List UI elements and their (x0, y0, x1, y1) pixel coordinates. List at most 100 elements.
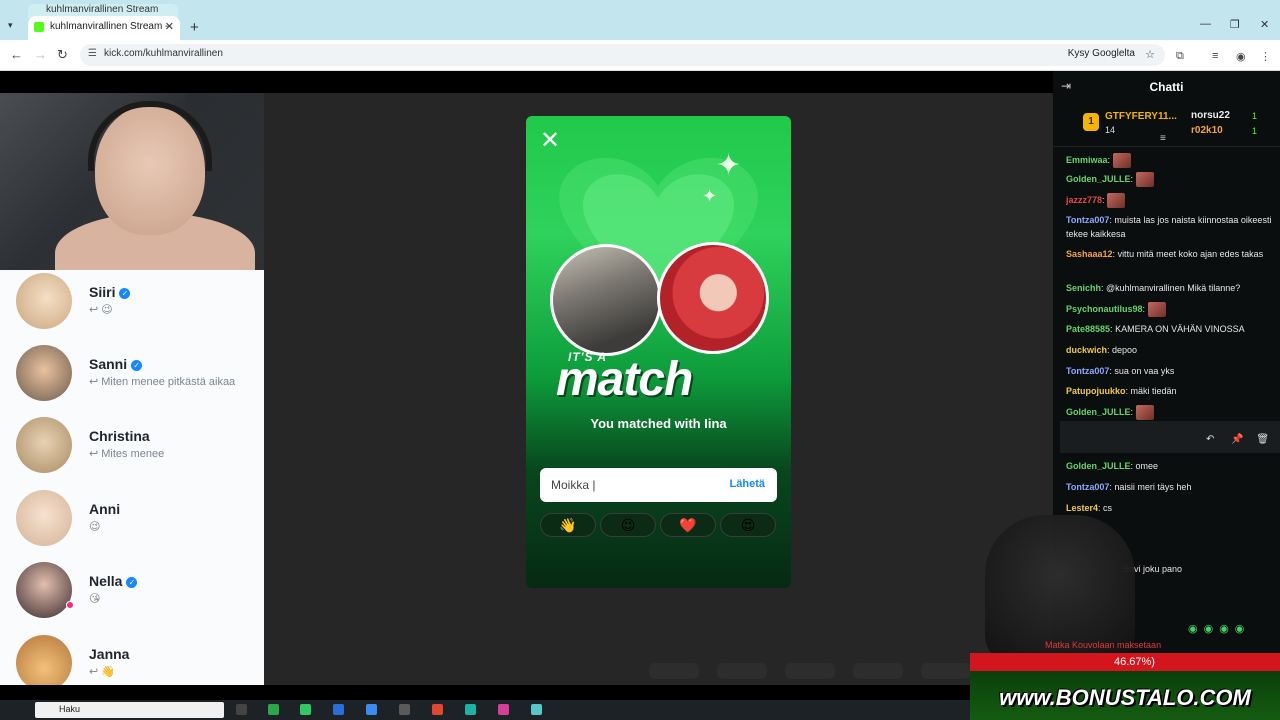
message-input[interactable]: Moikka | (551, 478, 595, 492)
chat-username[interactable]: Golden_JULLE (1066, 407, 1131, 417)
back-icon[interactable]: ← (10, 47, 23, 62)
chat-username[interactable]: Tontza007 (1066, 482, 1109, 492)
match-last-message: ↩ Miten menee pitkästä aikaa (89, 376, 236, 388)
chat-username[interactable]: Golden_JULLE (1066, 461, 1131, 471)
chat-username[interactable]: duckwich (1066, 345, 1107, 355)
browser-tab-bar: ▾ kuhlmanvirallinen Stream kuhlmanvirall… (0, 0, 1280, 40)
app-icon[interactable] (498, 704, 509, 715)
os-taskbar: Haku (0, 700, 970, 720)
emoji-heart-button[interactable]: ❤️ (660, 513, 716, 537)
forward-icon[interactable]: → (34, 47, 47, 62)
chat-username[interactable]: jazzz778 (1066, 195, 1102, 205)
profile-icon[interactable]: ◉ (1236, 50, 1246, 63)
app-icon[interactable] (399, 704, 410, 715)
active-tab[interactable]: kuhlmanvirallinen Stream - ✕ (28, 16, 180, 40)
minimize-icon[interactable]: — (1200, 18, 1211, 30)
emote-icon (1135, 172, 1154, 188)
send-button[interactable]: Lähetä (730, 478, 765, 490)
extensions-icon[interactable]: ⧉ (1176, 50, 1184, 63)
banner-text: www.BONUSTALO.COM (999, 685, 1251, 710)
chat-text: omee (1135, 461, 1159, 471)
leaderboard-user-3[interactable]: r02k10 (1191, 125, 1223, 136)
expand-leaderboard-icon[interactable]: ≡ (1160, 133, 1166, 144)
new-tab-icon[interactable]: + (190, 19, 199, 36)
chat-message: Pate88585: KAMERA ON VÄHÄN VINOSSA (1066, 324, 1245, 334)
chat-message: Lester4: cs (1066, 503, 1113, 513)
app-icon[interactable] (531, 704, 542, 715)
leaderboard-user-2[interactable]: norsu22 (1191, 110, 1230, 121)
reply-icon[interactable]: ↶ (1206, 434, 1214, 445)
match-last-message: ↩ 😉 (89, 304, 113, 316)
avatar (16, 345, 72, 401)
chat-username[interactable]: Sashaaa12 (1066, 249, 1113, 259)
pin-icon[interactable]: 📌 (1231, 434, 1243, 445)
match-item-janna[interactable]: Janna ↩ 👋 (0, 632, 264, 685)
chat-text: vittu mitä meet koko ajan edes takas (1117, 249, 1264, 259)
emoji-wink-button[interactable]: 😉 (600, 513, 656, 537)
leaderboard-count-1: 14 (1105, 125, 1116, 135)
match-name: Siiri (89, 284, 116, 300)
delete-icon[interactable]: 🗑 (1256, 434, 1269, 445)
chat-username[interactable]: Tontza007 (1066, 366, 1109, 376)
app-icon[interactable] (268, 704, 279, 715)
emoji-wave-button[interactable]: 👋 (540, 513, 596, 537)
chat-username[interactable]: Pate88585 (1066, 324, 1110, 334)
menu-kebab-icon[interactable]: ⋮ (1260, 50, 1271, 63)
emote-icon (1112, 153, 1131, 169)
avatar (16, 562, 72, 618)
chat-message-partial: Sovi joku pano (1123, 564, 1183, 574)
chat-username[interactable]: Lester4 (1066, 503, 1098, 513)
progress-percent: 46.67%) (1114, 656, 1155, 668)
kick-favicon-icon (34, 22, 44, 32)
chat-text: sua on vaa yks (1114, 366, 1175, 376)
window-close-icon[interactable]: ✕ (1260, 18, 1269, 31)
taskbar-search[interactable]: Haku (35, 702, 224, 718)
maximize-icon[interactable]: ❐ (1230, 18, 1240, 31)
leaderboard-user-1[interactable]: GTFYFERY11... (1105, 111, 1177, 122)
chat-message: Emmiwaa: (1066, 153, 1276, 169)
its-a-match-modal: ✕ ✦ ✦ IT'S A match You matched with Iina… (526, 116, 791, 588)
task-view-icon[interactable] (236, 704, 247, 715)
match-last-message: 😉 (89, 521, 101, 533)
chrome-icon[interactable] (432, 704, 443, 715)
leaderboard-count-2: 1 (1252, 111, 1258, 121)
chat-username[interactable]: Emmiwaa (1066, 155, 1108, 165)
chat-text: cs (1103, 503, 1113, 513)
message-field[interactable]: Moikka | Lähetä (540, 468, 777, 502)
tab-list-icon[interactable]: ▾ (8, 20, 13, 31)
app-icon[interactable] (333, 704, 344, 715)
site-info-icon[interactable]: ☰ (88, 48, 97, 59)
chat-username[interactable]: Golden_JULLE (1066, 174, 1131, 184)
match-item-nella[interactable]: Nella ✓ 😘 (0, 559, 264, 631)
online-indicator (66, 601, 74, 609)
media-control-icon[interactable]: ≡ (1212, 50, 1218, 62)
emoji-heart-eyes-button[interactable]: 😍 (720, 513, 776, 537)
chat-message: Senichh: @kuhlmanvirallinen Mikä tilanne… (1066, 283, 1241, 293)
app-icon[interactable] (366, 704, 377, 715)
modal-close-icon[interactable]: ✕ (540, 126, 560, 155)
match-item-sanni[interactable]: Sanni ✓ ↩ Miten menee pitkästä aikaa (0, 342, 264, 414)
social-icons-overlay: ◉◉◉◉ (1188, 623, 1251, 635)
chat-username[interactable]: Tontza007 (1066, 215, 1109, 225)
app-icon[interactable] (465, 704, 476, 715)
avatar (16, 273, 72, 329)
chat-username[interactable]: Psychonautilus98 (1066, 304, 1143, 314)
leaderboard-count-3: 1 (1252, 126, 1258, 136)
bookmark-star-icon[interactable]: ☆ (1145, 48, 1155, 61)
match-item-christina[interactable]: Christina ↩ Mites menee (0, 414, 264, 486)
reload-icon[interactable]: ↻ (57, 47, 68, 63)
ask-google-button[interactable]: Kysy Googlelta (1068, 48, 1135, 59)
match-name: Christina (89, 428, 150, 444)
chat-text: depoo (1112, 345, 1138, 355)
tab-close-icon[interactable]: ✕ (165, 20, 174, 33)
match-last-message: ↩ Mites menee (89, 448, 165, 460)
emote-icon (1147, 302, 1166, 318)
bonustalo-banner: www.BONUSTALO.COM (970, 671, 1280, 720)
app-icon[interactable] (300, 704, 311, 715)
chat-username[interactable]: Senichh (1066, 283, 1101, 293)
url-field[interactable]: ☰ kick.com/kuhlmanvirallinen Kysy Google… (80, 44, 1165, 66)
chat-text: KAMERA ON VÄHÄN VINOSSA (1115, 324, 1245, 334)
match-item-anni[interactable]: Anni 😉 (0, 487, 264, 559)
match-item-siiri[interactable]: Siiri ✓ ↩ 😉 (0, 270, 264, 342)
chat-username[interactable]: Patupojuukko (1066, 386, 1126, 396)
